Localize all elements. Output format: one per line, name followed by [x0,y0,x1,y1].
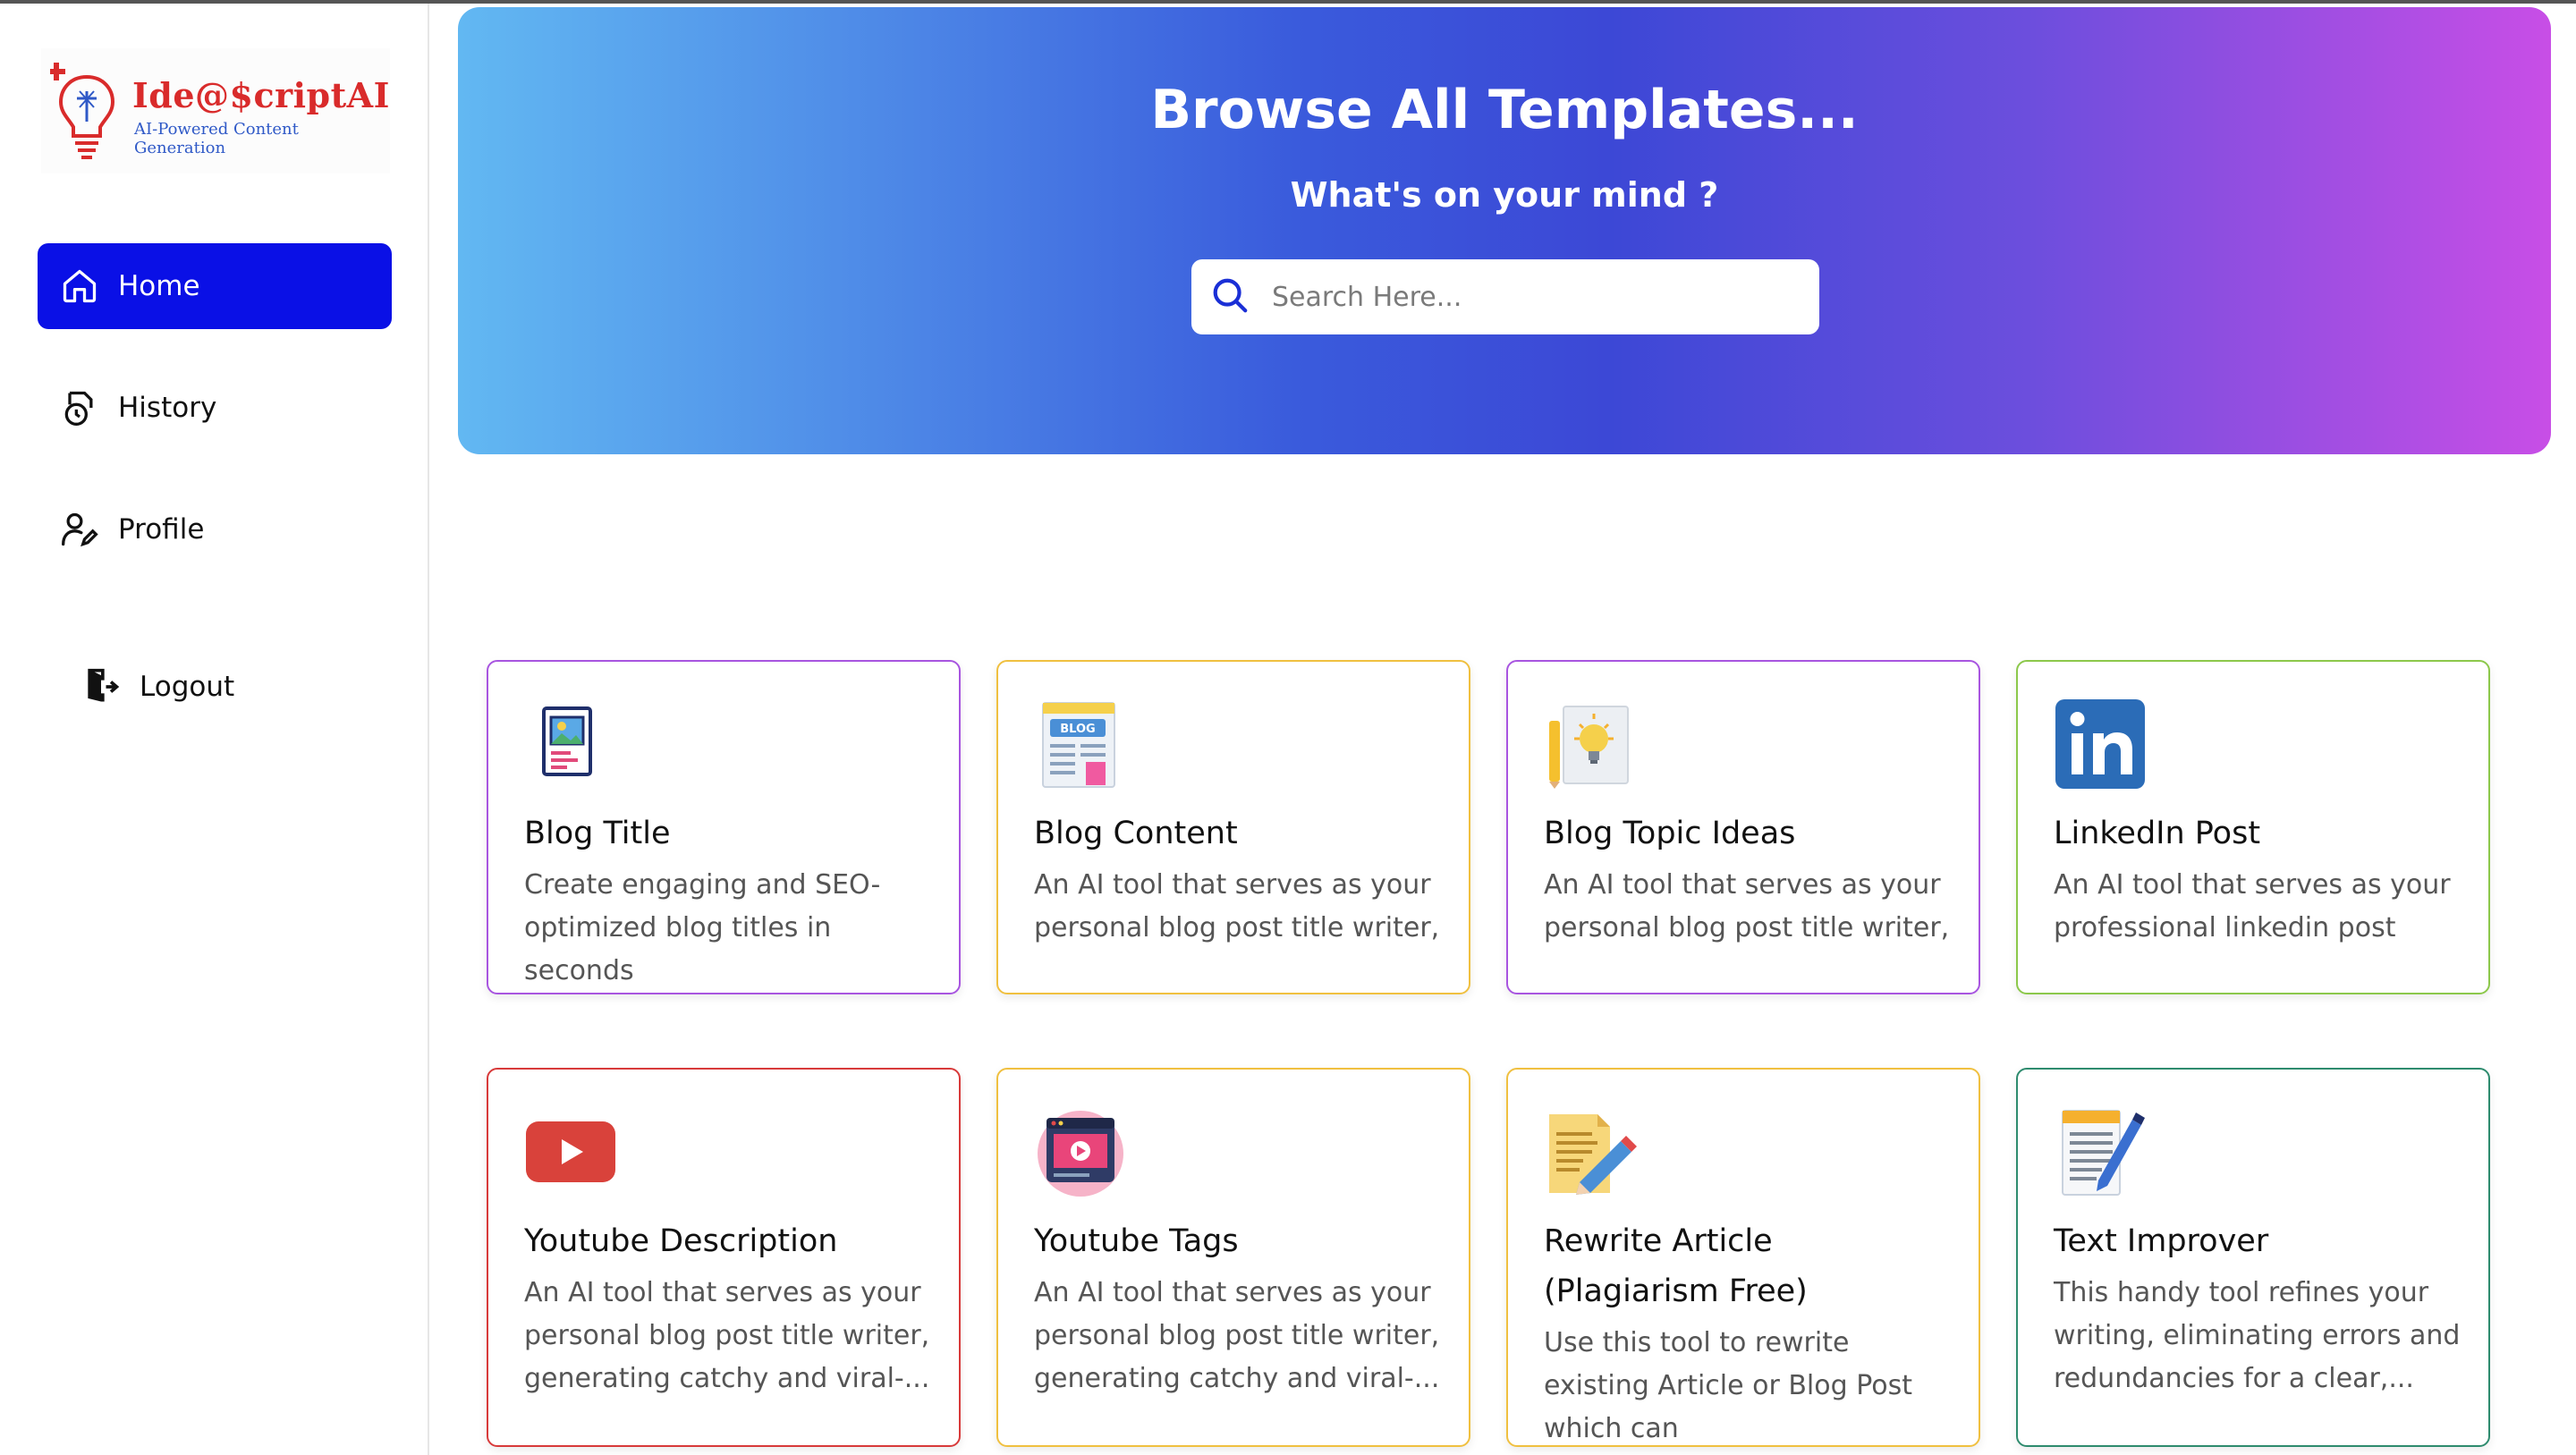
template-card-youtube-tags[interactable]: Youtube Tags An AI tool that serves as y… [996,1068,1470,1447]
hero-banner: Browse All Templates... What's on your m… [458,7,2551,454]
sidebar-item-label: Home [118,270,200,302]
template-card-rewrite-article[interactable]: Rewrite Article (Plagiarism Free) Use th… [1506,1068,1980,1447]
home-icon [59,266,100,307]
video-tags-icon [1038,1111,1123,1197]
template-card-text-improver[interactable]: Text Improver This handy tool refines yo… [2016,1068,2490,1447]
search-bar[interactable] [1191,259,1819,334]
youtube-icon [526,1121,615,1182]
template-description: This handy tool refines your writing, el… [2054,1277,2461,1394]
template-title: Text Improver [2054,1223,2269,1259]
template-card-linkedin-post[interactable]: LinkedIn Post An AI tool that serves as … [2016,660,2490,994]
sidebar-item-label: Profile [118,513,205,546]
history-icon [59,387,100,428]
template-description: An AI tool that serves as your personal … [1544,869,1950,943]
search-input[interactable] [1270,280,1775,314]
logo-title: Ide@$criptAI [132,75,390,115]
app-logo[interactable]: Ide@$criptAI AI-Powered Content Generati… [41,48,390,173]
lightbulb-logo-icon [50,63,115,159]
page-subtitle: What's on your mind ? [1290,175,1719,215]
template-description: An AI tool that serves as your personal … [524,1277,930,1394]
template-description: Create engaging and SEO-optimized blog t… [524,869,881,986]
template-title: Blog Title [524,816,671,851]
linkedin-icon [2055,699,2145,789]
logo-subtitle: AI-Powered Content Generation [134,120,299,157]
rewrite-icon [1549,1114,1637,1195]
svg-text:BLOG: BLOG [1060,723,1095,736]
template-description: An AI tool that serves as your personal … [1034,869,1440,943]
blog-content-icon: BLOG [1042,702,1115,788]
logout-icon [80,666,122,707]
sidebar: Ide@$criptAI AI-Powered Content Generati… [0,4,429,1455]
blog-title-icon [542,706,592,776]
profile-icon [59,509,100,550]
sidebar-item-history[interactable]: History [38,365,392,451]
notepad-icon [2062,1110,2145,1196]
template-description: An AI tool that serves as your personal … [1034,1277,1440,1394]
search-icon [1209,275,1250,319]
template-title: Blog Content [1034,816,1238,851]
sidebar-item-home[interactable]: Home [38,243,392,329]
template-title: Youtube Tags [1034,1223,1239,1259]
template-title: LinkedIn Post [2054,816,2261,851]
logout-button[interactable]: Logout [59,644,413,730]
template-card-blog-content[interactable]: BLOG Blog Content An AI tool that serves… [996,660,1470,994]
template-card-blog-topic-ideas[interactable]: Blog Topic Ideas An AI tool that serves … [1506,660,1980,994]
template-description: Use this tool to rewrite existing Articl… [1544,1327,1912,1444]
page-title: Browse All Templates... [1150,79,1859,141]
sidebar-item-label: History [118,392,217,424]
sidebar-item-label: Logout [140,671,235,703]
sidebar-item-profile[interactable]: Profile [38,486,392,572]
template-card-youtube-description[interactable]: Youtube Description An AI tool that serv… [487,1068,961,1447]
template-title: Youtube Description [524,1223,838,1259]
lightbulb-icon [1549,706,1629,789]
template-description: An AI tool that serves as your professio… [2054,869,2451,943]
template-card-blog-title[interactable]: Blog Title Create engaging and SEO-optim… [487,660,961,994]
template-title: Blog Topic Ideas [1544,816,1796,851]
template-title: Rewrite Article (Plagiarism Free) [1544,1223,1808,1309]
